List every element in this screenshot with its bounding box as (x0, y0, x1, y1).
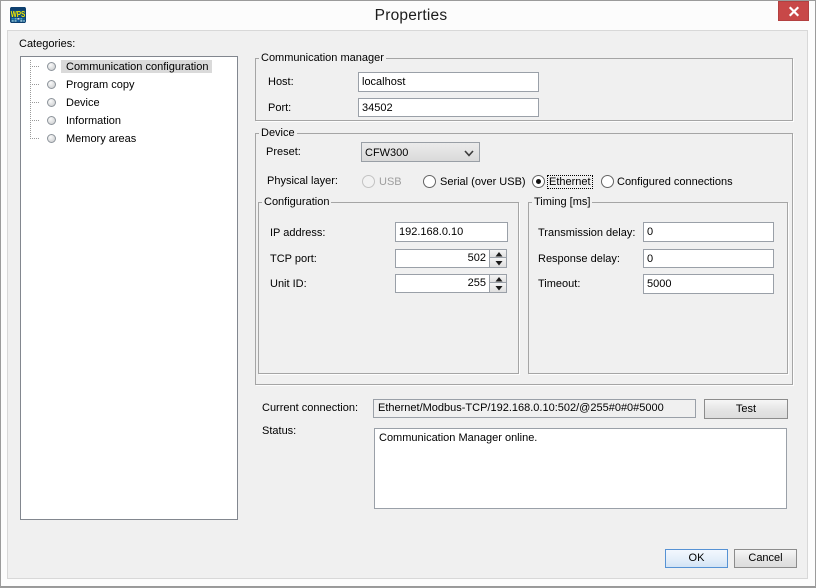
svg-text:WPS: WPS (11, 10, 26, 19)
